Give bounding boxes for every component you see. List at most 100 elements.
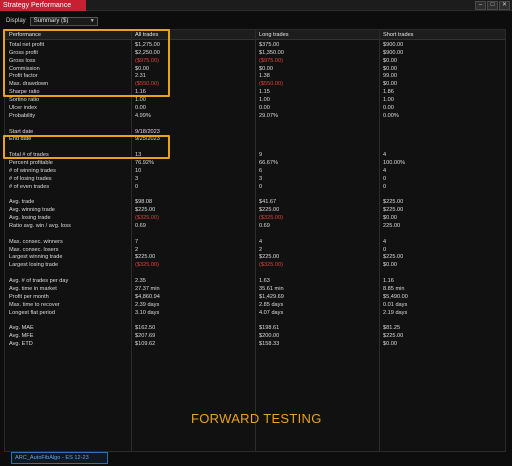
row-label: Avg. time in market xyxy=(9,285,57,292)
short-trades-value: $225.00 xyxy=(383,207,404,214)
column-header-long-trades[interactable]: Long trades xyxy=(259,31,289,39)
strategy-tab[interactable]: ARC_AutoFibAlgo - ES 12-23 xyxy=(11,452,108,464)
short-trades-value: $0.00 xyxy=(383,262,397,269)
short-trades-value: $225.00 xyxy=(383,254,404,261)
short-trades-value: 8.85 min xyxy=(383,285,405,292)
short-trades-value: 0.00% xyxy=(383,112,399,119)
row-label: Avg. trade xyxy=(9,199,35,206)
all-trades-value: $2,250.00 xyxy=(135,49,160,56)
all-trades-value: 4.99% xyxy=(135,112,151,119)
short-trades-value: $0.00 xyxy=(383,81,397,88)
display-label: Display xyxy=(6,18,26,24)
short-trades-value: 4 xyxy=(383,167,387,174)
maximize-button[interactable]: □ xyxy=(487,1,498,10)
long-trades-value: $41.67 xyxy=(259,199,277,206)
all-trades-value: 76.92% xyxy=(135,160,154,167)
short-trades-value: 0.00 xyxy=(383,104,394,111)
display-select-value: Summary ($) xyxy=(33,17,69,24)
all-trades-value: 0.69 xyxy=(135,223,146,229)
all-trades-value: 0.00 xyxy=(135,104,146,111)
long-trades-value: $225.00 xyxy=(259,254,280,261)
short-trades-value: $900.00 xyxy=(383,49,404,56)
display-select[interactable]: Summary ($) ▼ xyxy=(29,16,98,26)
all-trades-value: 27.37 min xyxy=(135,285,160,292)
short-trades-value: $0.00 xyxy=(383,341,397,348)
short-trades-value: 4 xyxy=(383,238,387,245)
short-trades-value: 0 xyxy=(383,175,387,182)
minimize-button[interactable]: – xyxy=(475,1,486,10)
all-trades-value: 0 xyxy=(135,183,139,190)
row-label: Largest winning trade xyxy=(9,254,63,261)
short-trades-value: 225.00 xyxy=(383,223,401,229)
long-trades-value: 4 xyxy=(259,238,263,245)
column-divider xyxy=(379,30,380,451)
row-label: Avg. # of trades per day xyxy=(9,278,69,285)
long-trades-value: $1,429.69 xyxy=(259,293,284,300)
long-trades-value: 1.63 xyxy=(259,278,270,285)
all-trades-value: $225.00 xyxy=(135,254,156,261)
column-divider xyxy=(255,30,256,451)
row-label: # of even trades xyxy=(9,183,50,190)
long-trades-value: 9 xyxy=(259,152,263,159)
display-row: Display Summary ($) ▼ xyxy=(6,16,98,26)
row-label: Sortino ratio xyxy=(9,97,40,104)
row-label: Total # of trades xyxy=(9,152,49,159)
all-trades-value: ($325.00) xyxy=(135,215,159,222)
long-trades-value: $375.00 xyxy=(259,42,280,48)
row-label: Avg. MAE xyxy=(9,325,34,332)
row-label: Ulcer index xyxy=(9,104,37,111)
row-label: Percent profitable xyxy=(9,160,53,167)
long-trades-value: ($325.00) xyxy=(259,215,283,222)
long-trades-value: 2 xyxy=(259,246,263,253)
long-trades-value: 1.15 xyxy=(259,89,270,96)
row-label: Gross loss xyxy=(9,57,36,64)
long-trades-value: $198.61 xyxy=(259,325,280,332)
long-trades-value: 0.69 xyxy=(259,223,270,229)
all-trades-value: 3 xyxy=(135,175,139,182)
short-trades-value: $225.00 xyxy=(383,199,404,206)
long-trades-value: 1.38 xyxy=(259,73,270,80)
row-label: Probability xyxy=(9,112,36,119)
long-trades-value: ($325.00) xyxy=(259,262,283,269)
all-trades-value: $207.69 xyxy=(135,333,156,340)
long-trades-value: 6 xyxy=(259,167,263,174)
all-trades-value: 10 xyxy=(135,167,142,174)
window-title[interactable]: Strategy Performance xyxy=(0,0,86,11)
row-label: Ratio avg. win / avg. loss xyxy=(9,223,71,229)
all-trades-value: $98.08 xyxy=(135,199,153,206)
row-label: Max. consec. losers xyxy=(9,246,59,253)
close-button[interactable]: ✕ xyxy=(499,1,510,10)
all-trades-value: 7 xyxy=(135,238,139,245)
long-trades-value: 29.07% xyxy=(259,112,278,119)
row-label: Avg. losing trade xyxy=(9,215,51,222)
column-header-short-trades[interactable]: Short trades xyxy=(383,31,413,39)
performance-grid: Performance All trades Long trades Short… xyxy=(4,29,506,452)
all-trades-value: 1.00 xyxy=(135,97,146,104)
short-trades-value: $900.00 xyxy=(383,42,404,48)
all-trades-value: $225.00 xyxy=(135,207,156,214)
short-trades-value: 0 xyxy=(383,183,387,190)
column-header-all-trades[interactable]: All trades xyxy=(135,31,158,39)
short-trades-value: 1.16 xyxy=(383,278,394,285)
short-trades-value: 100.00% xyxy=(383,160,406,167)
all-trades-value: $0.00 xyxy=(135,65,149,72)
long-trades-value: 66.67% xyxy=(259,160,278,167)
short-trades-value: 1.86 xyxy=(383,89,394,96)
row-label: Largest losing trade xyxy=(9,262,59,269)
column-divider xyxy=(131,30,132,451)
short-trades-value: 4 xyxy=(383,152,387,159)
long-trades-value: $200.00 xyxy=(259,333,280,340)
all-trades-value: 13 xyxy=(135,152,142,159)
short-trades-value: 0.01 days xyxy=(383,301,408,308)
row-label: Max. consec. winners xyxy=(9,238,63,245)
long-trades-value: $0.00 xyxy=(259,65,273,72)
all-trades-value: 9/18/2023 xyxy=(135,128,160,135)
long-trades-value: 35.61 min xyxy=(259,285,284,292)
title-bar: Strategy Performance – □ ✕ xyxy=(0,0,512,11)
all-trades-value: 2.39 days xyxy=(135,301,160,308)
row-label: Max. time to recover xyxy=(9,301,60,308)
row-label: # of winning trades xyxy=(9,167,56,174)
column-header-performance[interactable]: Performance xyxy=(9,31,41,39)
long-trades-value: $225.00 xyxy=(259,207,280,214)
long-trades-value: 1.00 xyxy=(259,97,270,104)
